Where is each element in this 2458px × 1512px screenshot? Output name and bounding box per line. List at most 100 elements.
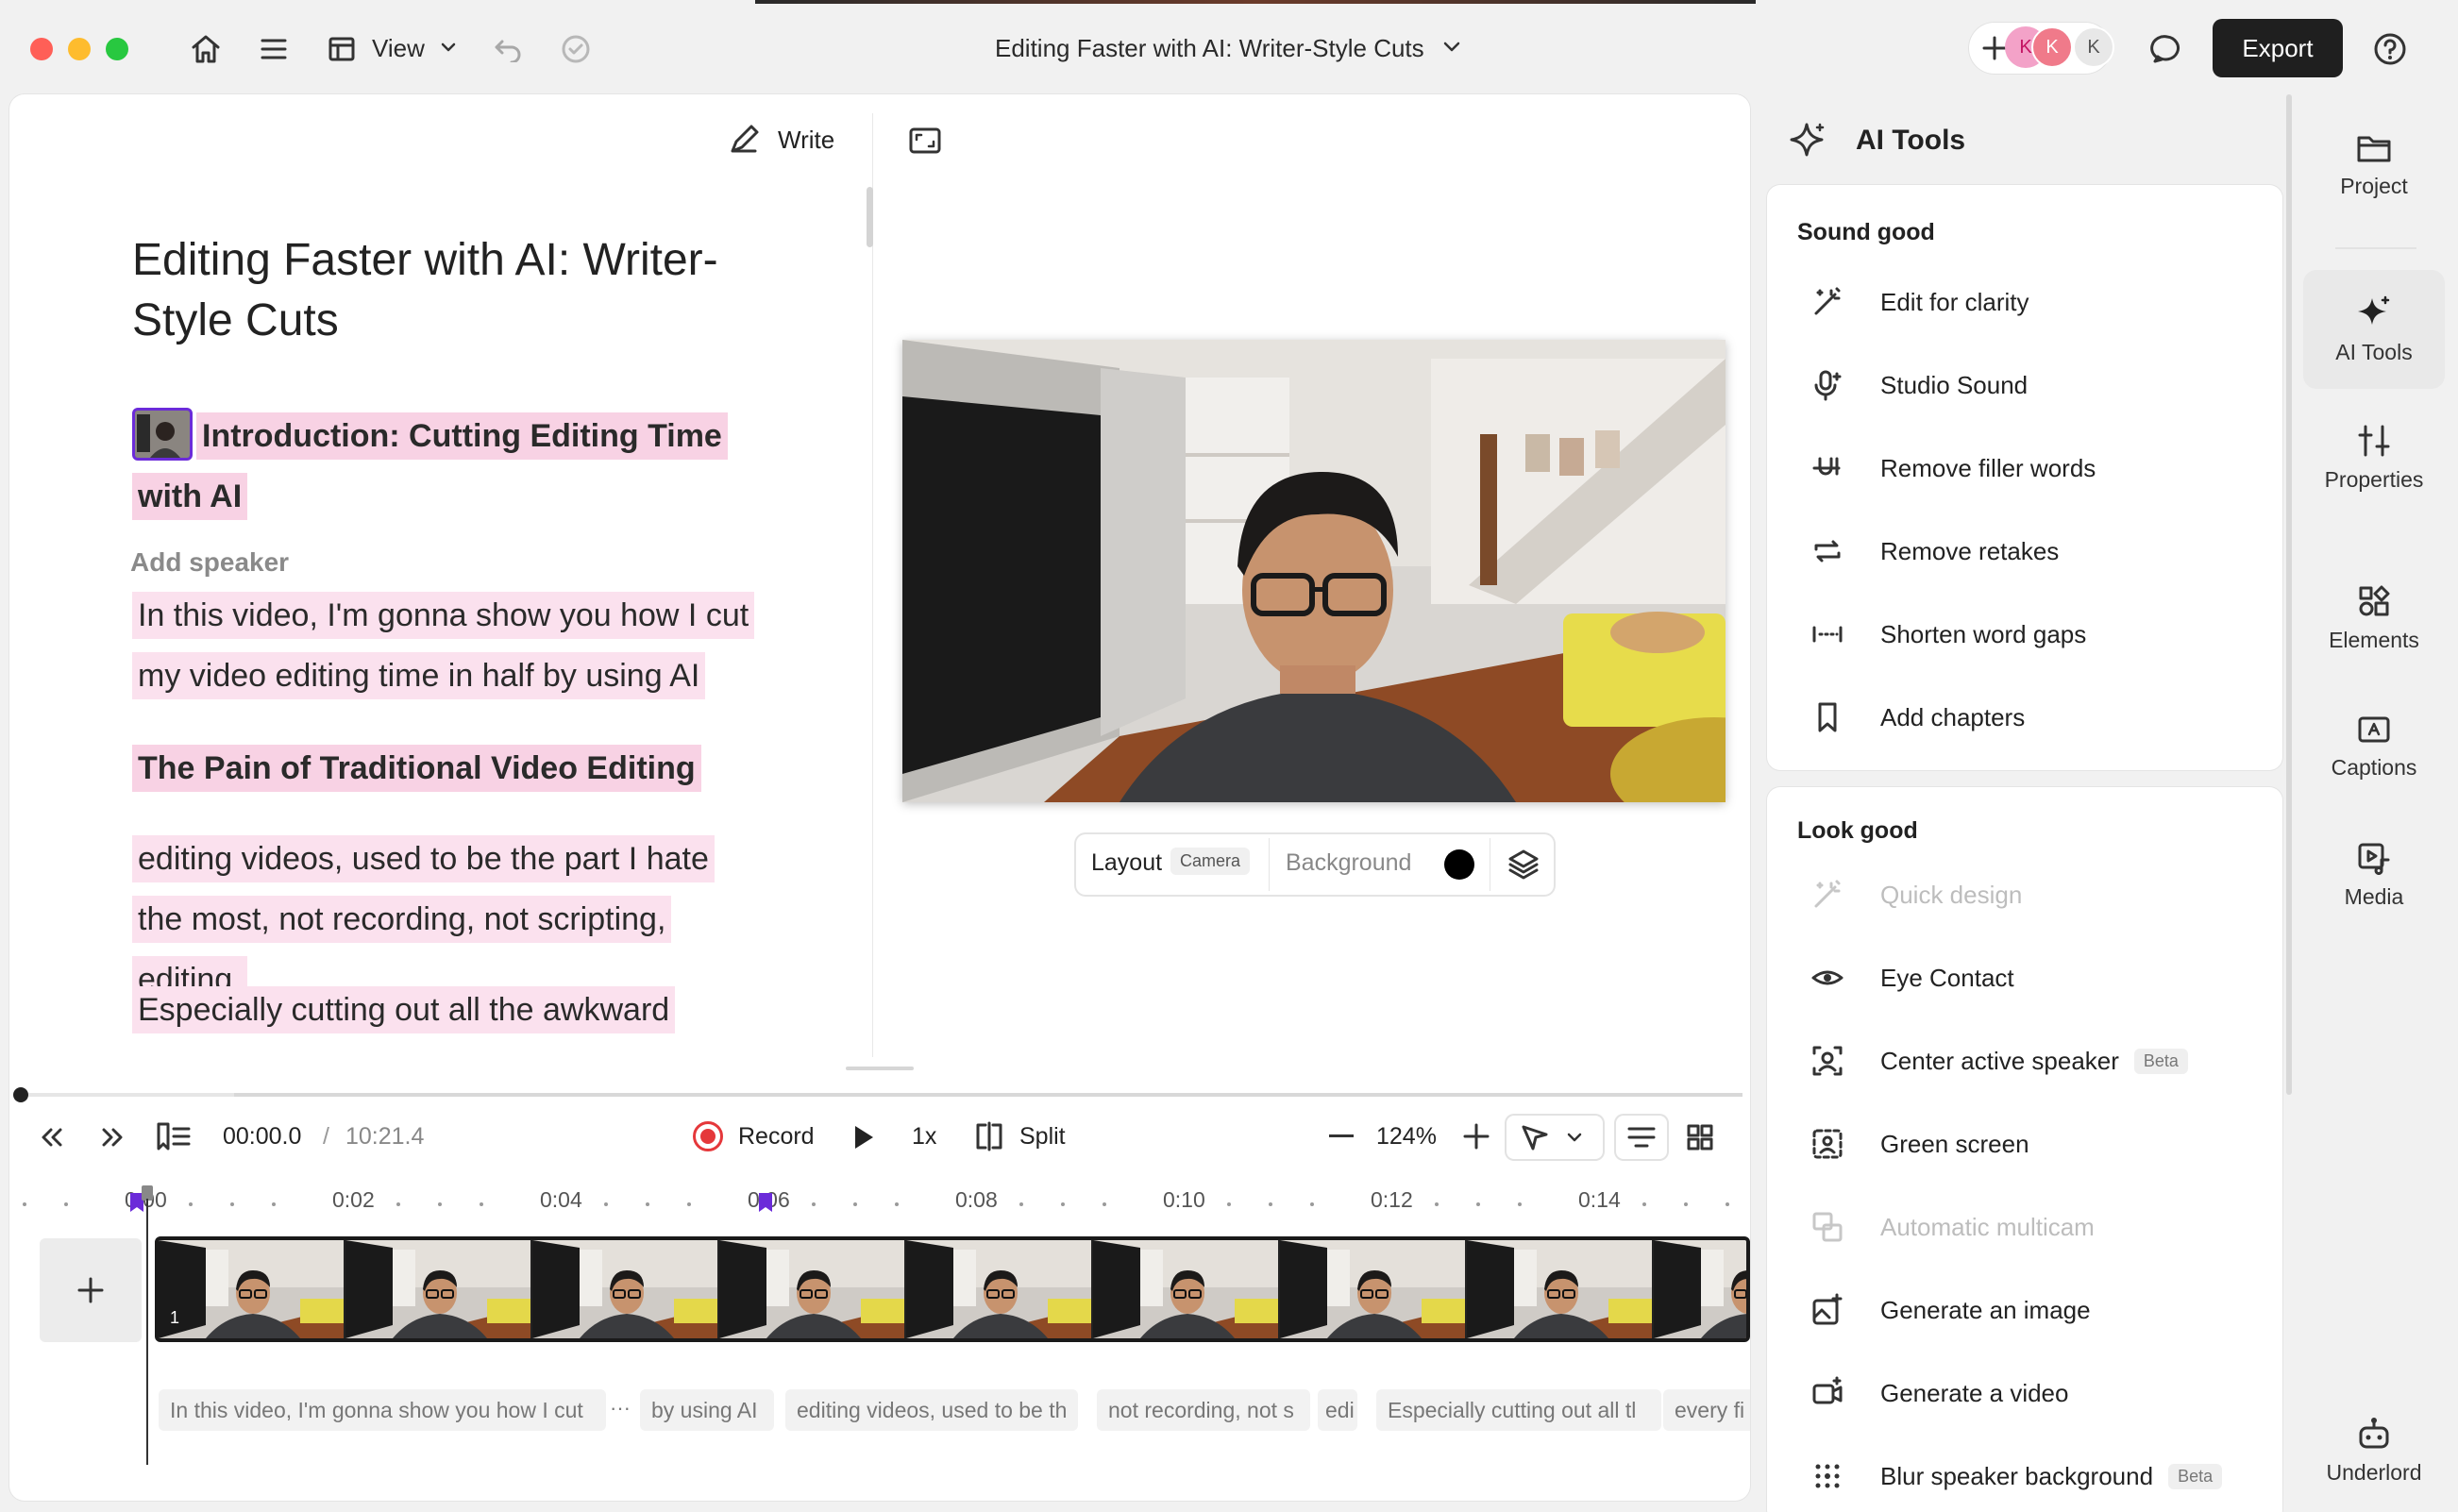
zoom-out-icon[interactable]	[1329, 1134, 1354, 1137]
avatar[interactable]: K	[2073, 26, 2114, 68]
chapters-list-icon[interactable]	[155, 1121, 193, 1151]
add-track-button[interactable]	[40, 1238, 142, 1342]
nav-project[interactable]: Project	[2303, 106, 2445, 225]
section-heading[interactable]: The Pain of Traditional Video Editing	[132, 738, 755, 798]
tool-add-chapters[interactable]: Add chapters	[1767, 676, 2282, 759]
tick	[687, 1202, 691, 1206]
layout-value-chip[interactable]: Camera	[1170, 848, 1251, 875]
tool-generate-video[interactable]: Generate a video	[1767, 1352, 2282, 1435]
transcript-segment[interactable]: by using AI	[640, 1389, 774, 1431]
tool-edit-for-clarity[interactable]: Edit for clarity	[1767, 260, 2282, 344]
check-circle-icon[interactable]	[555, 28, 597, 70]
skip-forward-icon[interactable]	[96, 1123, 128, 1151]
tool-remove-filler-words[interactable]: Remove filler words	[1767, 427, 2282, 510]
tool-studio-sound[interactable]: Studio Sound	[1767, 344, 2282, 427]
script-scrollbar[interactable]	[867, 187, 873, 247]
tick-label: 0:02	[332, 1187, 375, 1212]
intro-heading: Introduction: Cutting Editing Time with …	[132, 412, 728, 520]
title-bar: View Editing Faster with AI: Writer-Styl…	[0, 0, 2458, 94]
nav-elements[interactable]: Elements	[2303, 559, 2445, 678]
cursor-icon	[1522, 1125, 1548, 1151]
avatar[interactable]: K	[2031, 26, 2073, 68]
comment-icon[interactable]	[2147, 28, 2188, 70]
help-icon[interactable]	[2369, 28, 2411, 70]
home-icon[interactable]	[185, 28, 227, 70]
tick	[1103, 1202, 1106, 1206]
panel-scrollbar-thumb[interactable]	[2286, 94, 2292, 1095]
zoom-in-icon[interactable]	[1463, 1123, 1490, 1150]
background-label[interactable]: Background	[1286, 849, 1411, 877]
script-title[interactable]: Editing Faster with AI: Writer-Style Cut…	[132, 230, 774, 351]
layers-icon[interactable]	[1507, 848, 1540, 882]
scrubber-handle[interactable]	[13, 1087, 28, 1102]
transcript-segment[interactable]: edi	[1318, 1389, 1357, 1431]
transcript-segment[interactable]: In this video, I'm gonna show you how I …	[159, 1389, 606, 1431]
script-scene-heading[interactable]: Introduction: Cutting Editing Time with …	[132, 406, 755, 527]
tick-label: 0:12	[1371, 1187, 1413, 1212]
tool-shorten-word-gaps[interactable]: Shorten word gaps	[1767, 593, 2282, 676]
tick	[1019, 1202, 1023, 1206]
fullscreen-icon[interactable]	[908, 126, 942, 155]
add-speaker-button[interactable]: Add speaker	[130, 547, 289, 578]
close-window-button[interactable]	[30, 38, 53, 60]
document-title[interactable]: Editing Faster with AI: Writer-Style Cut…	[995, 34, 1424, 63]
chevron-down-icon[interactable]	[1442, 42, 1461, 53]
magic-wand-icon	[1807, 281, 1848, 323]
nav-label: Captions	[2331, 754, 2417, 780]
record-button[interactable]: Record	[738, 1123, 815, 1151]
plus-icon	[77, 1277, 104, 1303]
scene-thumbnail[interactable]	[132, 408, 193, 461]
write-mode-button[interactable]: Write	[727, 123, 834, 157]
playback-speed[interactable]: 1x	[912, 1123, 936, 1151]
tick	[1518, 1202, 1522, 1206]
captions-icon	[2357, 714, 2391, 746]
tool-blur-speaker-background[interactable]: Blur speaker background Beta	[1767, 1435, 2282, 1512]
scrub-track[interactable]	[28, 1093, 1742, 1097]
tool-remove-retakes[interactable]: Remove retakes	[1767, 510, 2282, 593]
panel-resize-handle[interactable]	[846, 1067, 914, 1070]
nav-properties[interactable]: Properties	[2303, 398, 2445, 517]
track-view-button[interactable]	[1616, 1116, 1667, 1159]
tool-quick-design[interactable]: Quick design	[1767, 853, 2282, 936]
transcript-segment[interactable]: every fi	[1663, 1389, 1750, 1431]
layout-label[interactable]: Layout	[1091, 849, 1162, 877]
record-icon[interactable]	[693, 1121, 723, 1151]
nav-captions[interactable]: Captions	[2303, 687, 2445, 806]
transcript-segment[interactable]: not recording, not s	[1097, 1389, 1310, 1431]
skip-back-icon[interactable]	[36, 1123, 68, 1151]
nav-ai-tools[interactable]: AI Tools	[2303, 270, 2445, 389]
paragraph[interactable]: Especially cutting out all the awkward	[132, 980, 755, 1055]
segment-gap[interactable]: ···	[606, 1389, 634, 1431]
tool-eye-contact[interactable]: Eye Contact	[1767, 936, 2282, 1019]
background-color-swatch[interactable]	[1444, 849, 1474, 880]
tool-automatic-multicam[interactable]: Automatic multicam	[1767, 1185, 2282, 1268]
split-button[interactable]: Split	[1019, 1123, 1066, 1151]
tool-green-screen[interactable]: Green screen	[1767, 1102, 2282, 1185]
paragraph[interactable]: In this video, I'm gonna show you how I …	[132, 585, 755, 706]
transcript-segment[interactable]: editing videos, used to be th	[785, 1389, 1078, 1431]
tool-center-active-speaker[interactable]: Center active speaker Beta	[1767, 1019, 2282, 1102]
transcript-segment[interactable]: Especially cutting out all tl	[1376, 1389, 1661, 1431]
tick	[1310, 1202, 1314, 1206]
tick	[64, 1202, 68, 1206]
zoom-window-button[interactable]	[106, 38, 128, 60]
grid-view-icon[interactable]	[1686, 1123, 1714, 1151]
video-track-clip[interactable]: 1	[155, 1236, 1750, 1342]
selection-tool-dropdown[interactable]	[1507, 1116, 1603, 1159]
layout-view-icon[interactable]	[321, 28, 362, 70]
pen-icon	[731, 125, 759, 153]
nav-underlord[interactable]: Underlord	[2303, 1391, 2445, 1510]
chevron-down-icon[interactable]	[440, 42, 457, 53]
menu-icon[interactable]	[253, 28, 295, 70]
split-icon[interactable]	[974, 1121, 1004, 1151]
tool-generate-image[interactable]: Generate an image	[1767, 1268, 2282, 1352]
nav-media[interactable]: Media	[2303, 815, 2445, 934]
magic-wand-icon	[1807, 874, 1848, 916]
export-button[interactable]: Export	[2213, 19, 2343, 77]
minimize-window-button[interactable]	[68, 38, 91, 60]
undo-icon[interactable]	[487, 28, 529, 70]
view-menu-label[interactable]: View	[372, 34, 425, 63]
video-preview[interactable]	[902, 340, 1726, 802]
play-icon[interactable]	[851, 1123, 876, 1151]
zoom-level[interactable]: 124%	[1376, 1123, 1437, 1151]
